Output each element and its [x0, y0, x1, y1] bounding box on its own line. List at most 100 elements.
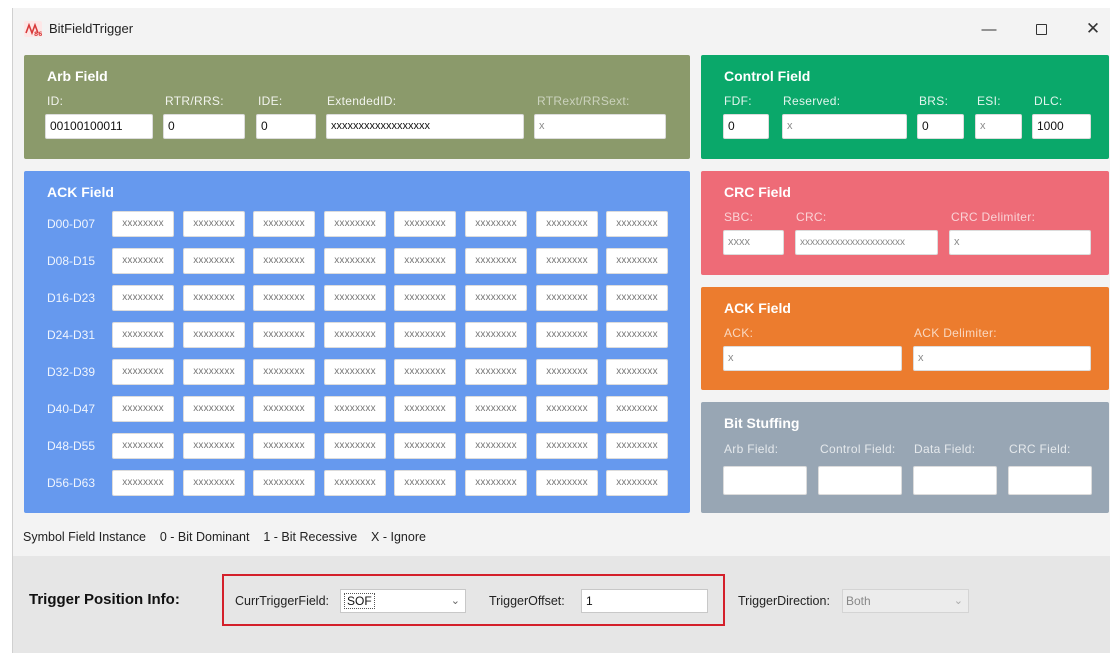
svg-text:86: 86: [34, 31, 42, 37]
control-field-panel: Control Field FDF: Reserved: BRS: ESI: D…: [701, 55, 1109, 159]
data-byte-input[interactable]: xxxxxxxx: [253, 470, 315, 496]
data-byte-input[interactable]: xxxxxxxx: [465, 285, 527, 311]
data-byte-input[interactable]: xxxxxxxx: [606, 470, 668, 496]
data-byte-input[interactable]: xxxxxxxx: [183, 396, 245, 422]
data-row-label: D24-D31: [47, 328, 96, 342]
data-byte-input[interactable]: xxxxxxxx: [324, 285, 386, 311]
stuff-control-input[interactable]: [818, 466, 902, 495]
data-byte-input[interactable]: xxxxxxxx: [465, 470, 527, 496]
data-byte-input[interactable]: xxxxxxxx: [324, 211, 386, 237]
data-byte-input[interactable]: xxxxxxxx: [606, 211, 668, 237]
data-byte-input[interactable]: xxxxxxxx: [253, 322, 315, 348]
close-button[interactable]: ✕: [1073, 16, 1110, 42]
data-byte-input[interactable]: xxxxxxxx: [536, 211, 598, 237]
maximize-button[interactable]: [1021, 16, 1061, 42]
rtrext-input[interactable]: x: [534, 114, 666, 139]
data-byte-input[interactable]: xxxxxxxx: [183, 285, 245, 311]
fdf-input[interactable]: 0: [723, 114, 769, 139]
brs-input[interactable]: 0: [917, 114, 964, 139]
sbc-input[interactable]: xxxx: [723, 230, 784, 255]
data-byte-input[interactable]: xxxxxxxx: [465, 248, 527, 274]
crc-input[interactable]: xxxxxxxxxxxxxxxxxxxxx: [795, 230, 938, 255]
data-byte-input[interactable]: xxxxxxxx: [112, 211, 174, 237]
minimize-button[interactable]: —: [969, 16, 1009, 42]
crc-delimiter-input[interactable]: x: [949, 230, 1091, 255]
data-row-label: D32-D39: [47, 365, 96, 379]
data-byte-input[interactable]: xxxxxxxx: [183, 433, 245, 459]
data-byte-input[interactable]: xxxxxxxx: [465, 396, 527, 422]
extended-id-input[interactable]: xxxxxxxxxxxxxxxxxx: [326, 114, 524, 139]
stuff-data-input[interactable]: [913, 466, 997, 495]
data-byte-input[interactable]: xxxxxxxx: [253, 433, 315, 459]
data-byte-input[interactable]: xxxxxxxx: [112, 396, 174, 422]
data-byte-input[interactable]: xxxxxxxx: [183, 470, 245, 496]
app-icon: 86: [24, 21, 42, 37]
data-byte-input[interactable]: xxxxxxxx: [394, 433, 456, 459]
data-byte-input[interactable]: xxxxxxxx: [606, 433, 668, 459]
data-byte-input[interactable]: xxxxxxxx: [324, 433, 386, 459]
data-byte-input[interactable]: xxxxxxxx: [394, 359, 456, 385]
ide-input[interactable]: 0: [256, 114, 316, 139]
data-byte-input[interactable]: xxxxxxxx: [536, 322, 598, 348]
data-byte-input[interactable]: xxxxxxxx: [183, 359, 245, 385]
data-byte-input[interactable]: xxxxxxxx: [606, 396, 668, 422]
stuff-arb-label: Arb Field:: [724, 442, 779, 456]
data-byte-input[interactable]: xxxxxxxx: [253, 359, 315, 385]
data-byte-input[interactable]: xxxxxxxx: [324, 470, 386, 496]
crc-label: CRC:: [796, 210, 827, 224]
ack-delimiter-input[interactable]: x: [913, 346, 1091, 371]
data-byte-input[interactable]: xxxxxxxx: [536, 470, 598, 496]
data-byte-input[interactable]: xxxxxxxx: [324, 322, 386, 348]
reserved-input[interactable]: x: [782, 114, 907, 139]
data-byte-input[interactable]: xxxxxxxx: [253, 285, 315, 311]
data-byte-input[interactable]: xxxxxxxx: [112, 470, 174, 496]
trigger-direction-value: Both: [846, 594, 871, 608]
data-byte-input[interactable]: xxxxxxxx: [536, 359, 598, 385]
data-byte-input[interactable]: xxxxxxxx: [324, 248, 386, 274]
data-byte-input[interactable]: xxxxxxxx: [536, 433, 598, 459]
data-byte-input[interactable]: xxxxxxxx: [183, 248, 245, 274]
curr-trigger-field-select[interactable]: SOF ⌄: [340, 589, 466, 613]
data-byte-input[interactable]: xxxxxxxx: [324, 359, 386, 385]
data-byte-input[interactable]: xxxxxxxx: [183, 211, 245, 237]
data-byte-input[interactable]: xxxxxxxx: [253, 248, 315, 274]
data-byte-input[interactable]: xxxxxxxx: [606, 285, 668, 311]
data-byte-input[interactable]: xxxxxxxx: [394, 248, 456, 274]
data-byte-input[interactable]: xxxxxxxx: [394, 470, 456, 496]
arb-field-title: Arb Field: [47, 68, 108, 84]
data-byte-input[interactable]: xxxxxxxx: [112, 248, 174, 274]
data-byte-input[interactable]: xxxxxxxx: [465, 433, 527, 459]
data-byte-input[interactable]: xxxxxxxx: [253, 396, 315, 422]
data-byte-input[interactable]: xxxxxxxx: [394, 211, 456, 237]
data-byte-input[interactable]: xxxxxxxx: [536, 248, 598, 274]
ack-input[interactable]: x: [723, 346, 902, 371]
data-byte-input[interactable]: xxxxxxxx: [465, 359, 527, 385]
esi-input[interactable]: x: [975, 114, 1022, 139]
data-byte-input[interactable]: xxxxxxxx: [394, 285, 456, 311]
data-byte-input[interactable]: xxxxxxxx: [394, 322, 456, 348]
data-byte-input[interactable]: xxxxxxxx: [465, 211, 527, 237]
stuff-arb-input[interactable]: [723, 466, 807, 495]
trigger-offset-input[interactable]: 1: [581, 589, 708, 613]
data-byte-input[interactable]: xxxxxxxx: [606, 248, 668, 274]
stuff-crc-label: CRC Field:: [1009, 442, 1071, 456]
stuff-crc-input[interactable]: [1008, 466, 1092, 495]
data-byte-input[interactable]: xxxxxxxx: [112, 433, 174, 459]
data-byte-input[interactable]: xxxxxxxx: [606, 359, 668, 385]
data-byte-input[interactable]: xxxxxxxx: [112, 359, 174, 385]
dlc-input[interactable]: 1000: [1032, 114, 1091, 139]
data-byte-input[interactable]: xxxxxxxx: [394, 396, 456, 422]
data-byte-input[interactable]: xxxxxxxx: [536, 396, 598, 422]
rtr-input[interactable]: 0: [163, 114, 245, 139]
data-byte-input[interactable]: xxxxxxxx: [536, 285, 598, 311]
data-byte-input[interactable]: xxxxxxxx: [112, 285, 174, 311]
data-byte-input[interactable]: xxxxxxxx: [465, 322, 527, 348]
id-input[interactable]: 00100100011: [45, 114, 153, 139]
data-byte-input[interactable]: xxxxxxxx: [183, 322, 245, 348]
data-byte-input[interactable]: xxxxxxxx: [253, 211, 315, 237]
data-byte-input[interactable]: xxxxxxxx: [112, 322, 174, 348]
data-byte-input[interactable]: xxxxxxxx: [324, 396, 386, 422]
trigger-direction-select[interactable]: Both ⌄: [842, 589, 969, 613]
chevron-down-icon: ⌄: [450, 595, 460, 607]
data-byte-input[interactable]: xxxxxxxx: [606, 322, 668, 348]
